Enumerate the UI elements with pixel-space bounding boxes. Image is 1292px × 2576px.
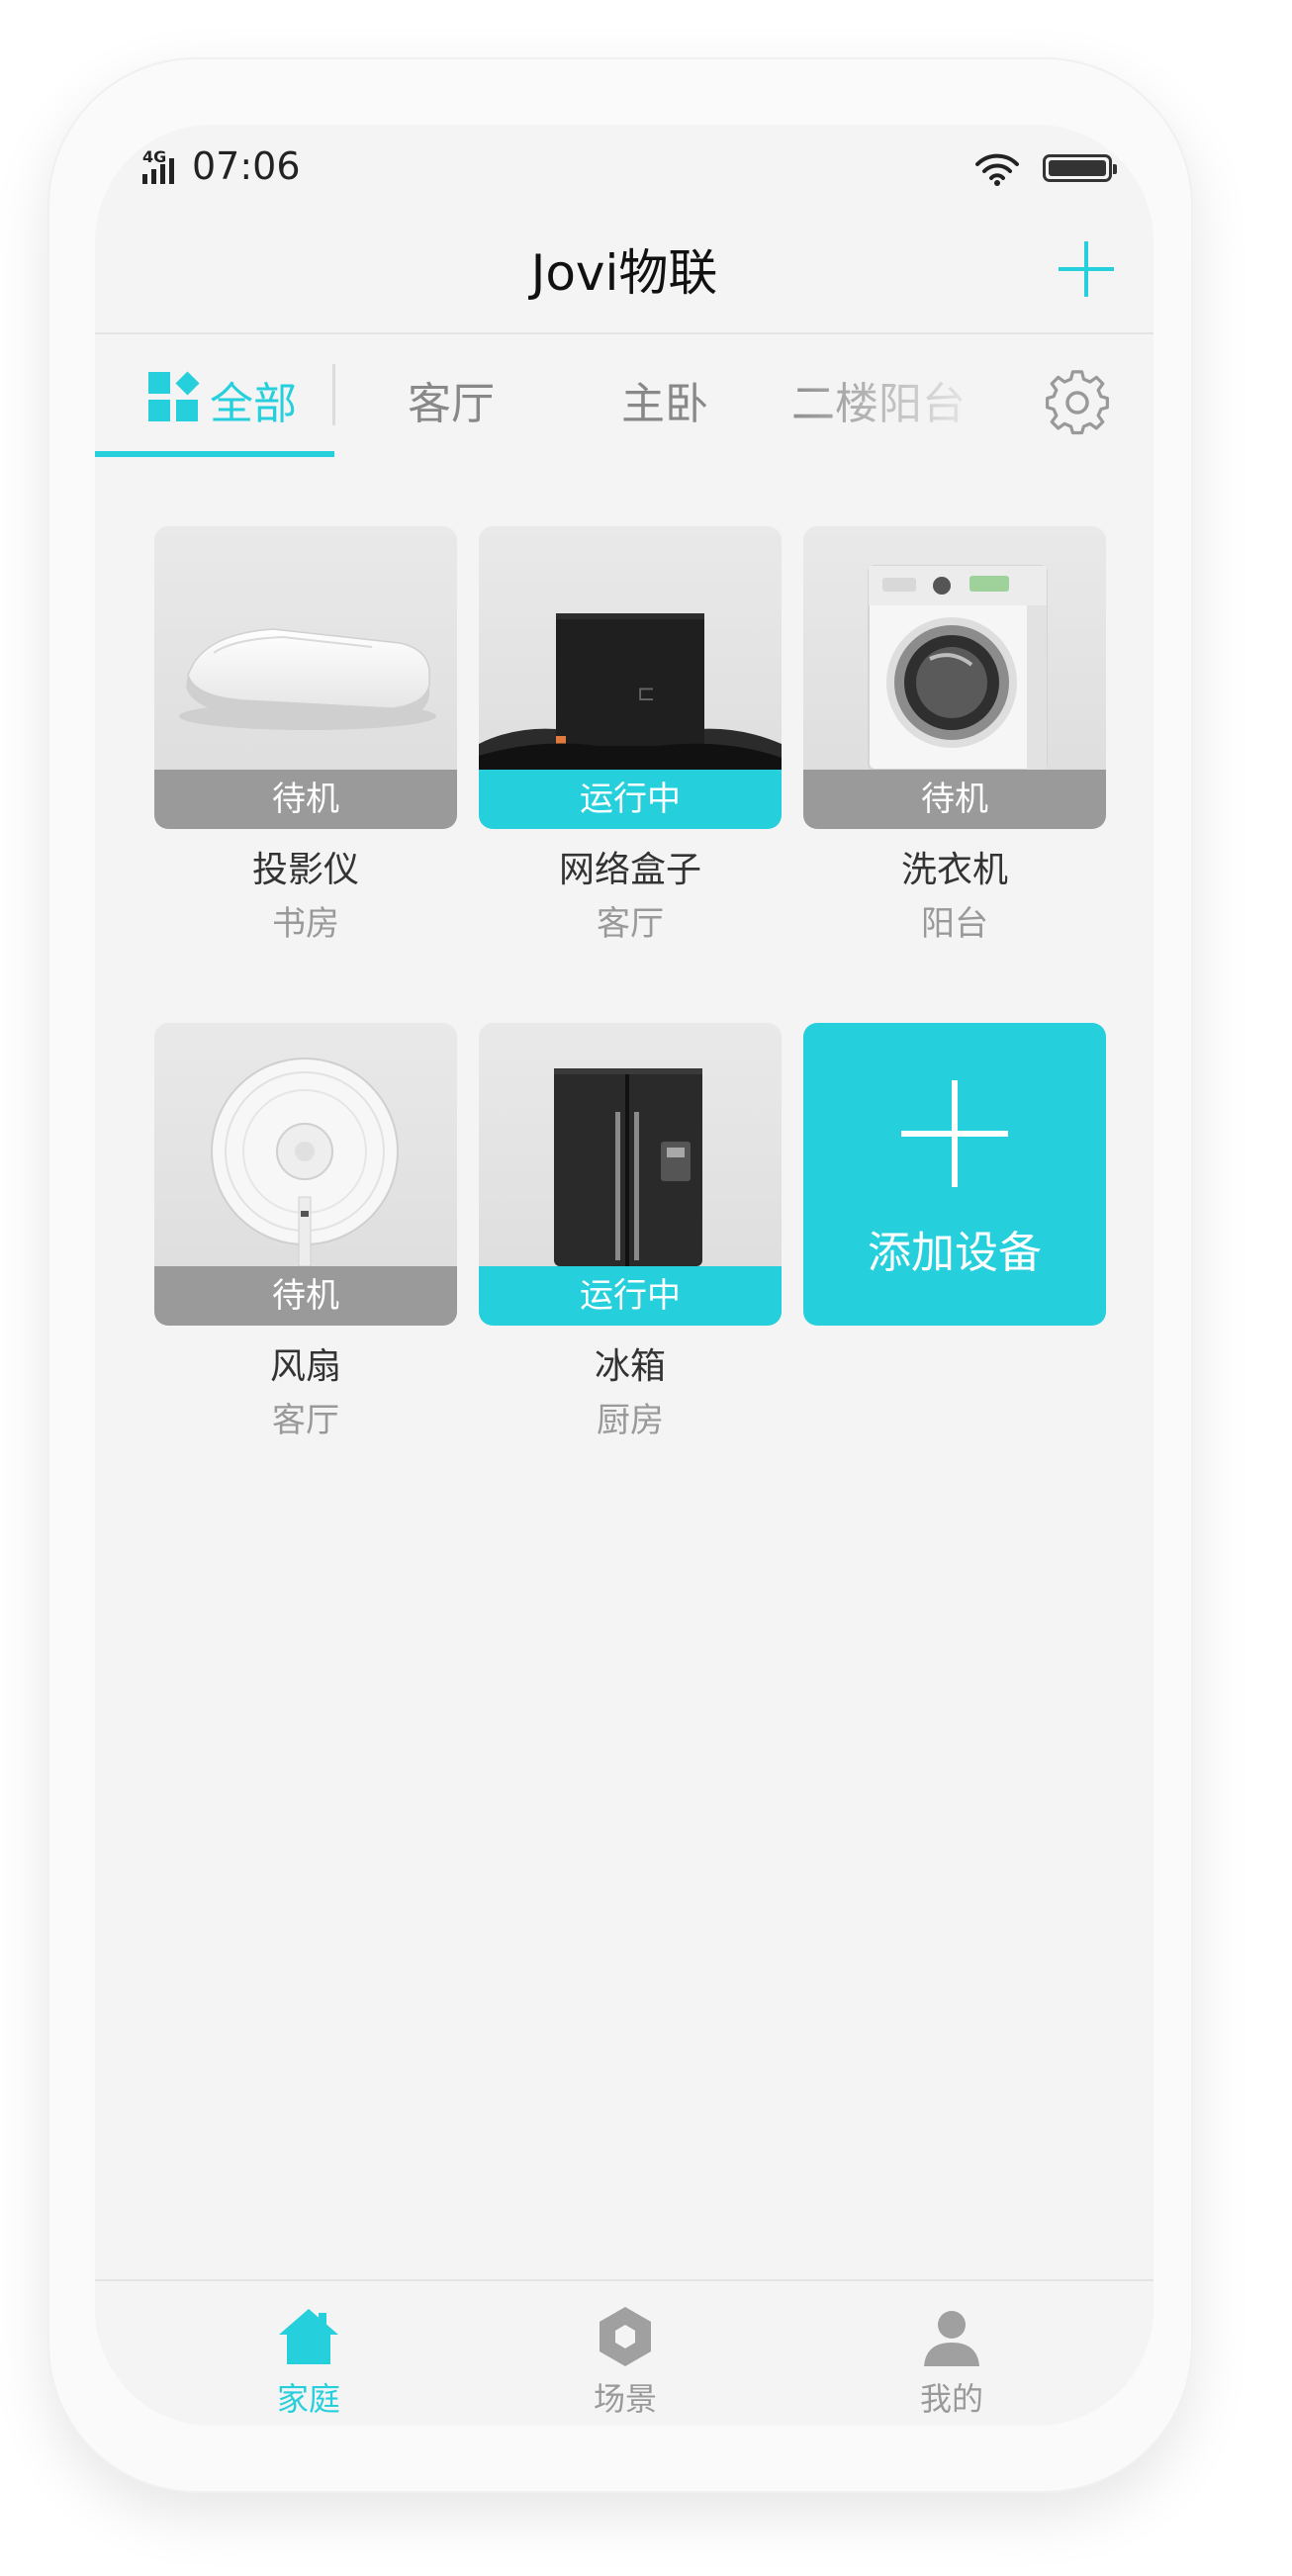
device-room: 客厅 bbox=[272, 1401, 339, 1440]
svg-text:⊏: ⊏ bbox=[637, 682, 655, 706]
profile-icon bbox=[924, 2311, 979, 2366]
device-card-network-box[interactable]: ⊏ 运行中 bbox=[479, 526, 782, 829]
tab-living-room[interactable]: 客厅 bbox=[408, 368, 495, 431]
device-room: 厨房 bbox=[597, 1401, 664, 1440]
network-type-label: 4G bbox=[142, 147, 166, 166]
device-room: 阳台 bbox=[921, 904, 988, 944]
wifi-icon bbox=[975, 153, 1019, 186]
clock: 07:06 bbox=[192, 144, 301, 188]
nav-label: 家庭 bbox=[276, 2380, 340, 2418]
add-device-label: 添加设备 bbox=[868, 1228, 1042, 1278]
device-card-fridge[interactable]: 运行中 bbox=[479, 1023, 782, 1326]
app-header: Jovi物联 bbox=[95, 208, 1154, 334]
device-name: 投影仪 bbox=[251, 850, 359, 890]
device-room: 书房 bbox=[272, 904, 339, 944]
device-name: 冰箱 bbox=[594, 1346, 666, 1387]
device-status-badge: 待机 bbox=[154, 1266, 457, 1326]
grid-apps-icon bbox=[148, 371, 200, 421]
add-icon[interactable] bbox=[1057, 239, 1116, 299]
cellular-signal-icon: 4G bbox=[142, 147, 174, 184]
network-box-image: ⊏ bbox=[479, 613, 782, 770]
nav-label: 我的 bbox=[919, 2380, 983, 2418]
device-name: 洗衣机 bbox=[900, 850, 1008, 890]
app-title: Jovi物联 bbox=[530, 244, 718, 302]
room-tabs: 全部 客厅 主卧 二楼阳台 bbox=[95, 334, 1154, 457]
device-status-badge: 待机 bbox=[803, 770, 1106, 829]
device-card-projector[interactable]: 待机 bbox=[154, 526, 457, 829]
device-status-badge: 运行中 bbox=[479, 1266, 782, 1326]
gear-icon[interactable] bbox=[1043, 368, 1112, 437]
plus-icon bbox=[901, 1080, 1008, 1187]
device-name: 网络盒子 bbox=[558, 850, 701, 890]
device-room: 客厅 bbox=[597, 904, 664, 944]
nav-scenes[interactable]: 场景 bbox=[536, 2305, 714, 2424]
fan-image bbox=[211, 1058, 399, 1266]
app-screen: 4G 07:06 Jovi物联 全部 客厅 主卧 二楼阳台 待机 投影仪 书房 … bbox=[95, 125, 1154, 2426]
battery-icon bbox=[1043, 154, 1117, 182]
scene-hexagon-icon bbox=[600, 2307, 651, 2366]
nav-label: 场景 bbox=[593, 2380, 657, 2418]
tab-master-bedroom[interactable]: 主卧 bbox=[621, 368, 708, 431]
nav-profile[interactable]: 我的 bbox=[863, 2305, 1041, 2424]
tab-all[interactable]: 全部 bbox=[210, 368, 297, 431]
fridge-image bbox=[554, 1068, 702, 1266]
active-tab-indicator bbox=[95, 451, 334, 457]
battery-level-fill bbox=[1049, 160, 1106, 176]
status-bar: 4G 07:06 bbox=[95, 125, 1154, 208]
bottom-navigation: 家庭 场景 我的 bbox=[95, 2279, 1154, 2426]
tab-divider bbox=[332, 364, 335, 425]
device-status-badge: 运行中 bbox=[479, 770, 782, 829]
device-name: 风扇 bbox=[269, 1346, 341, 1387]
home-icon bbox=[279, 2309, 338, 2364]
add-device-button[interactable]: 添加设备 bbox=[803, 1023, 1106, 1326]
projector-image bbox=[179, 628, 436, 730]
device-card-washing-machine[interactable]: 待机 bbox=[803, 526, 1106, 829]
washing-machine-image bbox=[868, 565, 1048, 770]
tab-upstairs-balcony[interactable]: 二楼阳台 bbox=[791, 368, 966, 431]
device-card-fan[interactable]: 待机 bbox=[154, 1023, 457, 1326]
device-status-badge: 待机 bbox=[154, 770, 457, 829]
nav-home[interactable]: 家庭 bbox=[220, 2305, 398, 2424]
